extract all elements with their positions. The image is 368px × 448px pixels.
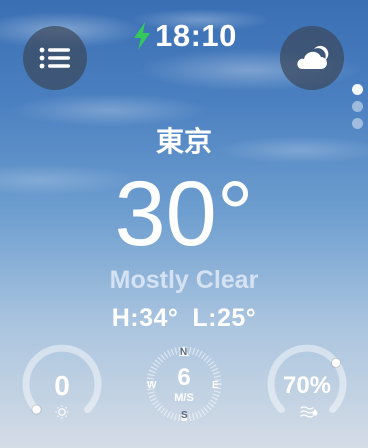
low-temperature: L:25° [192,304,257,332]
page-dot [352,84,363,95]
current-temperature: 30° [114,163,254,265]
time-label: 18:10 [155,18,237,53]
compass-north: N [180,347,188,358]
high-temperature: H:34° [111,304,179,332]
uv-level-marker [31,404,42,415]
high-low: H:34° L:25° [0,304,368,333]
compass-south: S [181,410,188,421]
wind-complication[interactable]: N E S W 6 M/S [144,344,224,424]
uv-index-complication[interactable]: 0 [22,344,102,424]
wind-speed-value: 6 [177,364,191,391]
bolt-icon [134,22,151,50]
wind-speed-unit: M/S [174,392,194,404]
humidity-icon [300,406,318,418]
cloud-moon-icon [297,45,329,69]
sun-icon [55,405,69,419]
uv-index-value: 0 [54,370,70,401]
weather-conditions-button[interactable] [280,26,344,90]
page-dot [352,101,363,112]
humidity-level-marker [331,357,342,368]
humidity-complication[interactable]: 70% [267,344,347,424]
humidity-value: 70% [282,372,332,399]
weather-condition: Mostly Clear [109,266,259,294]
city-name: 東京 [155,125,212,158]
